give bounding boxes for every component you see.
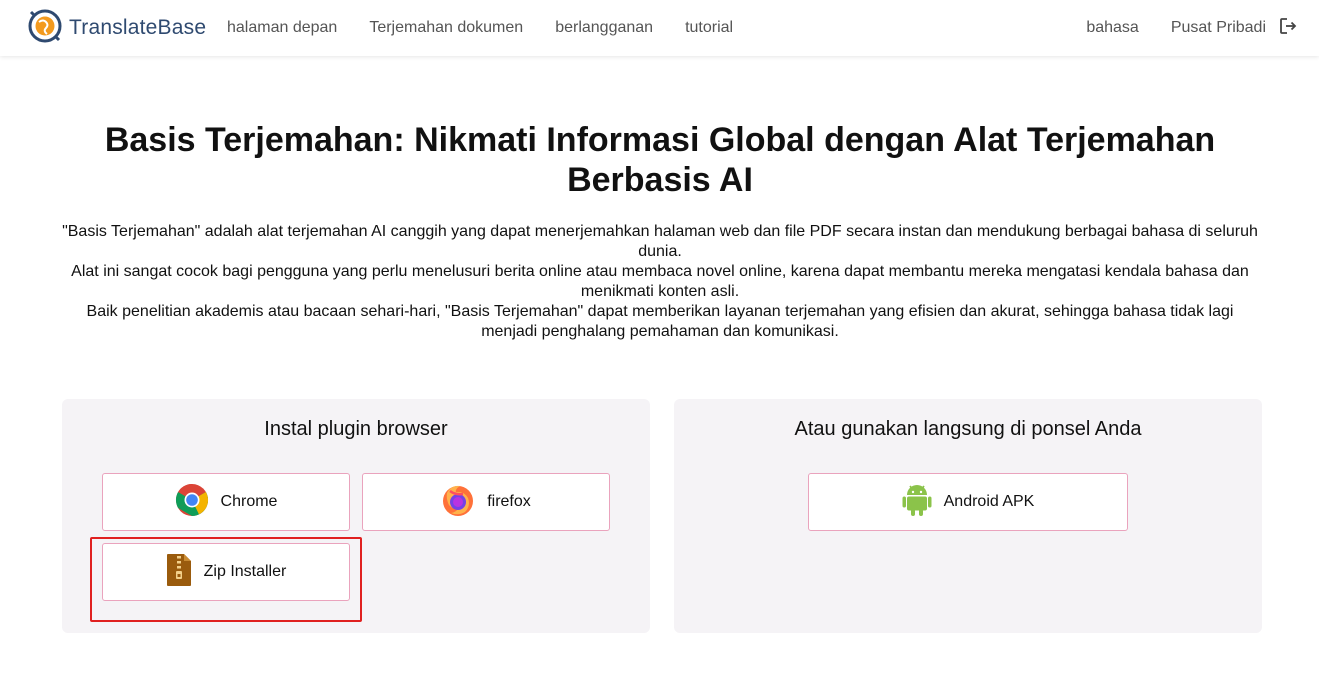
logo-text: TranslateBase [69, 16, 207, 39]
chrome-button-label: Chrome [220, 493, 278, 510]
android-apk-label: Android APK [943, 493, 1035, 510]
zip-installer-label: Zip Installer [203, 563, 287, 580]
nav-subscription[interactable]: berlangganan [555, 19, 653, 37]
description-paragraph: "Basis Terjemahan" adalah alat terjemaha… [62, 223, 1258, 260]
zip-file-icon [166, 553, 192, 592]
language-link[interactable]: bahasa [1086, 19, 1139, 37]
nav-tutorial[interactable]: tutorial [685, 19, 733, 37]
firefox-button-label: firefox [487, 493, 531, 510]
firefox-button[interactable]: firefox [362, 473, 610, 531]
firefox-icon [441, 483, 475, 522]
browser-plugin-title: Instal plugin browser [264, 418, 448, 440]
nav-document-translation[interactable]: Terjemahan dokumen [369, 19, 523, 37]
nav-home[interactable]: halaman depan [227, 19, 337, 37]
page-title: Basis Terjemahan: Nikmati Informasi Glob… [60, 120, 1260, 200]
page-description: "Basis Terjemahan" adalah alat terjemaha… [60, 222, 1260, 342]
android-apk-button[interactable]: Android APK [808, 473, 1128, 531]
top-navigation-bar: TranslateBase halaman depan Terjemahan d… [0, 0, 1319, 56]
chrome-icon [175, 483, 209, 522]
android-icon [902, 483, 932, 522]
page-title-line-1: Basis Terjemahan: Nikmati Informasi Glob… [104, 121, 1216, 159]
description-paragraph: Baik penelitian akademis atau bacaan seh… [86, 303, 1234, 340]
zip-installer-button[interactable]: Zip Installer [102, 543, 350, 601]
browser-plugin-card: Instal plugin browser Chrome firefox Zip… [62, 399, 650, 633]
mobile-card: Atau gunakan langsung di ponsel Anda And… [674, 399, 1262, 633]
profile-label: Pusat Pribadi [1170, 19, 1266, 36]
page-title-line-2: Berbasis AI [567, 161, 753, 199]
right-nav: bahasa Pusat Pribadi [1086, 0, 1298, 56]
mobile-card-title: Atau gunakan langsung di ponsel Anda [794, 418, 1142, 440]
translatebase-logo-icon [27, 8, 63, 49]
logo[interactable]: TranslateBase [27, 8, 207, 49]
description-paragraph: Alat ini sangat cocok bagi pengguna yang… [71, 263, 1249, 300]
profile-link[interactable]: Pusat Pribadi [1171, 16, 1298, 41]
logout-icon[interactable] [1278, 16, 1298, 41]
main-nav: halaman depan Terjemahan dokumen berlang… [227, 0, 733, 56]
chrome-button[interactable]: Chrome [102, 473, 350, 531]
